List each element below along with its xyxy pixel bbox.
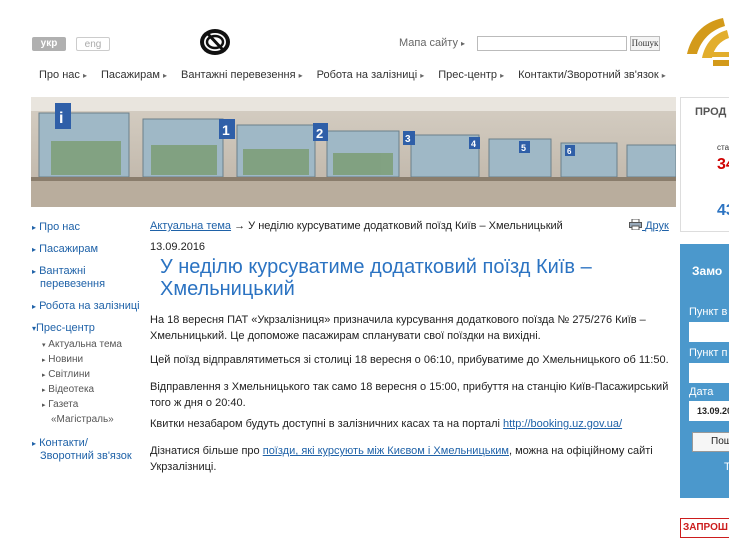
accessibility-eye-icon[interactable] [199, 28, 231, 56]
search-input[interactable] [477, 36, 627, 51]
nav-item-press[interactable]: Прес-центр ▸ [438, 69, 504, 81]
uz-logo-icon[interactable] [683, 14, 729, 68]
article-paragraph-3: Відправлення з Хмельницького так само 18… [150, 381, 669, 409]
article-paragraph-5-text: Дізнатися більше про [150, 445, 263, 457]
from-station-label: Пункт в [689, 306, 728, 318]
page-title: У неділю курсуватиме додатковий поїзд Ки… [160, 256, 592, 300]
sitemap-link[interactable]: Мапа сайту ▸ [399, 37, 465, 49]
trains-link[interactable]: поїзди, які курсують між Києвом і Хмельн… [263, 445, 509, 457]
article-paragraph-4-text: Квитки незабаром будуть доступні в заліз… [150, 418, 504, 430]
main-nav: Про нас ▸ Пасажирам ▸ Вантажні перевезен… [39, 69, 680, 81]
sidebar-subitem-topic[interactable]: ▾ Актуальна тема [42, 338, 142, 353]
sidebar-subitem-photos[interactable]: ▸ Світлини [42, 368, 142, 383]
sidebar-subitem-news[interactable]: ▸ Новини [42, 353, 142, 368]
sidebar-item-contacts[interactable]: ▸ Контакти/ Зворотний зв'язок [32, 437, 142, 463]
sidebar-item-press[interactable]: ▾Прес-центр [32, 322, 142, 335]
nav-item-passengers[interactable]: Пасажирам ▸ [101, 69, 167, 81]
printer-icon [629, 218, 642, 231]
ticket-office-illustration: i 1 2 3 4 5 6 [31, 97, 676, 207]
nav-item-contacts[interactable]: Контакти/Зворотний зв'язок ▸ [518, 69, 666, 81]
article-date: 13.09.2016 [150, 241, 206, 253]
date-input[interactable]: 13.09.20 [689, 401, 729, 421]
booking-link[interactable]: http://booking.uz.gov.ua/ [503, 418, 622, 430]
article-paragraph-1: На 18 вересня ПАТ «Укрзалізниця» признач… [150, 314, 646, 342]
nav-item-about[interactable]: Про нас ▸ [39, 69, 87, 81]
print-link[interactable]: Друк [629, 218, 669, 232]
article-paragraph-2: Цей поїзд відправлятиметься зі столиці 1… [150, 354, 669, 366]
svg-text:1: 1 [222, 122, 230, 138]
svg-text:4: 4 [471, 139, 476, 149]
svg-text:3: 3 [405, 134, 411, 145]
sidebar-subitem-video[interactable]: ▸ Відеотека [42, 383, 142, 398]
ticket-order-widget: Замо Пункт в Пункт п Дата 13.09.20 Пош Т [680, 244, 729, 498]
invite-badge[interactable]: ЗАПРОШ [680, 518, 729, 538]
sales-widget-count-1: 34 [717, 156, 729, 173]
sales-widget: ПРОД ста 34 43 [680, 97, 729, 232]
breadcrumb-separator: → [234, 220, 246, 232]
svg-text:i: i [59, 110, 63, 127]
sales-widget-subtitle: ста [717, 143, 729, 152]
nav-item-jobs[interactable]: Робота на залізниці ▸ [317, 69, 425, 81]
sidebar-item-freight[interactable]: ▸ Вантажні перевезення [32, 265, 142, 291]
sidebar-item-about[interactable]: ▸ Про нас [32, 221, 142, 234]
sidebar: ▸ Про нас ▸ Пасажирам ▸ Вантажні перевез… [32, 221, 142, 472]
breadcrumb-current: У неділю курсуватиме додатковий поїзд Ки… [248, 220, 563, 232]
from-station-input[interactable] [689, 322, 729, 342]
to-station-label: Пункт п [689, 347, 728, 359]
article-paragraph-4: Квитки незабаром будуть доступні в заліз… [150, 416, 675, 432]
lang-ukr-button[interactable]: укр [32, 37, 66, 51]
ticket-widget-footer-text: Т [724, 461, 729, 473]
date-label: Дата [689, 386, 714, 398]
breadcrumb: Актуальна тема → У неділю курсуватиме до… [150, 220, 563, 232]
nav-item-freight[interactable]: Вантажні перевезення ▸ [181, 69, 303, 81]
article-paragraph-5: Дізнатися більше про поїзди, які курсуют… [150, 443, 675, 475]
sidebar-subitem-newspaper[interactable]: ▸ Газета «Магістраль» [42, 398, 142, 427]
to-station-input[interactable] [689, 363, 729, 383]
ticket-search-button[interactable]: Пош [692, 432, 729, 452]
svg-text:5: 5 [521, 143, 526, 153]
sidebar-item-passengers[interactable]: ▸ Пасажирам [32, 243, 142, 256]
breadcrumb-link[interactable]: Актуальна тема [150, 220, 231, 232]
ticket-order-title: Замо [692, 264, 723, 278]
sales-widget-title: ПРОД [695, 106, 727, 118]
svg-text:2: 2 [316, 126, 323, 141]
lang-eng-button[interactable]: eng [76, 37, 110, 51]
search-button[interactable]: Пошук [630, 36, 660, 51]
header-banner-image: i 1 2 3 4 5 6 [31, 97, 676, 207]
svg-text:6: 6 [567, 147, 572, 156]
sidebar-item-jobs[interactable]: ▸ Робота на залізниці [32, 300, 142, 313]
sales-widget-count-2: 43 [717, 202, 729, 219]
